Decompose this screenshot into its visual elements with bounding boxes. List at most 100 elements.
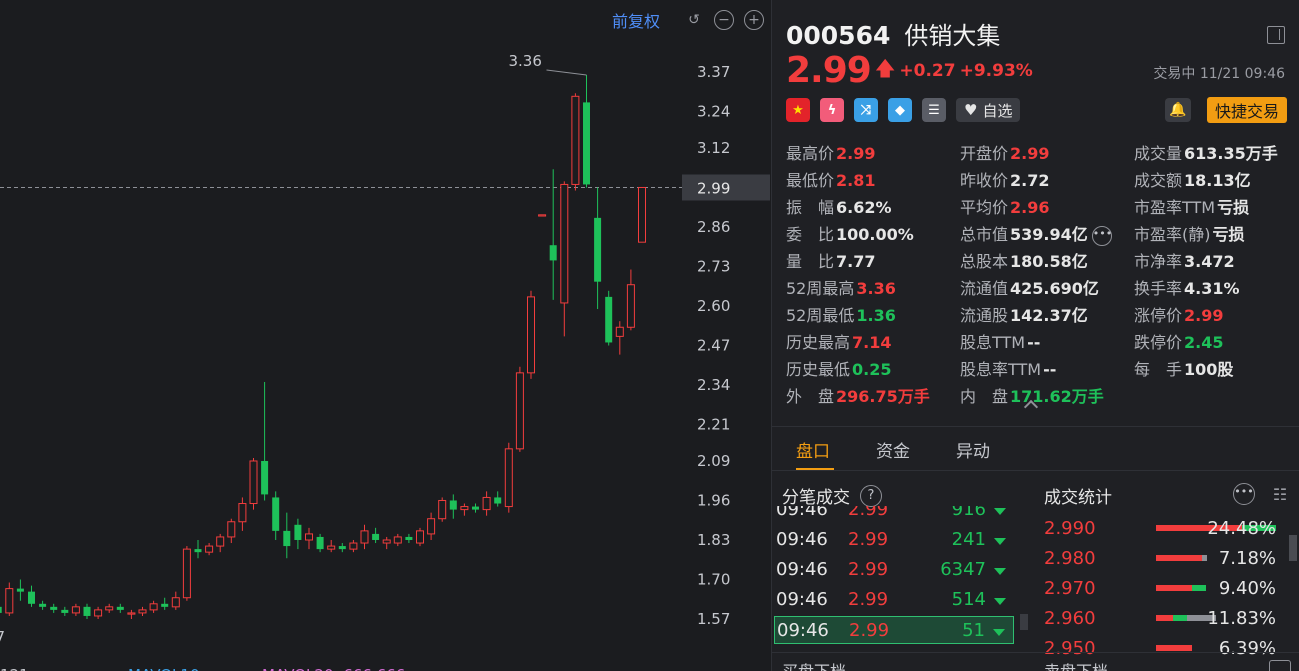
candle-body[interactable] [504, 448, 513, 508]
candle-body[interactable] [438, 499, 447, 520]
candle-body[interactable] [626, 284, 635, 328]
candle-body[interactable] [205, 545, 214, 553]
candle-body[interactable] [83, 606, 91, 616]
candle-body[interactable] [0, 606, 2, 613]
tick-row[interactable]: 09:46 2.99 514 [774, 586, 1014, 614]
candle-body[interactable] [372, 533, 380, 540]
candle-body[interactable] [94, 609, 103, 617]
tick-row[interactable]: 09:46 2.99 51 [774, 616, 1014, 644]
volume-stats-scrollbar[interactable] [1289, 535, 1297, 561]
candle-body[interactable] [583, 102, 590, 185]
zoom-in-icon[interactable]: + [744, 10, 764, 30]
reset-icon[interactable]: ↺ [684, 10, 704, 30]
candle-body[interactable] [538, 214, 547, 217]
candle-body[interactable] [50, 606, 58, 610]
candle-body[interactable] [71, 606, 80, 614]
expand-icon[interactable] [1269, 660, 1291, 671]
candle-body[interactable] [571, 95, 580, 185]
candle-body[interactable] [272, 497, 280, 531]
kline-chart[interactable]: 3.37 3.24 3.12 2.99 2.86 2.73 2.60 2.47 2.34 2.21… [0, 0, 770, 671]
candle-body[interactable] [638, 186, 646, 243]
candle-body[interactable] [182, 548, 191, 599]
candle-body[interactable] [405, 536, 413, 540]
candle-body[interactable] [294, 524, 302, 540]
volume-stat-row[interactable]: 2.980 7.18% [1042, 542, 1292, 572]
tick-row[interactable]: 09:46 2.99 916 [774, 506, 1014, 524]
shuffle-icon[interactable]: ⤨ [854, 98, 878, 122]
candle-body[interactable] [194, 549, 202, 553]
add-favorite-button[interactable]: ♥ 自选 [956, 98, 1021, 122]
candle-body[interactable] [28, 591, 35, 604]
candle-body[interactable] [482, 496, 491, 511]
volume-stats-list[interactable]: 2.990 24.48% 2.980 7.18% 2.970 9.40% 2.960 11.8… [1042, 512, 1292, 671]
candle-body[interactable] [472, 506, 479, 510]
tab-alerts[interactable]: 异动 [956, 437, 990, 462]
candle-body[interactable] [161, 603, 169, 607]
candle-body[interactable] [615, 326, 624, 337]
price-adjust-toggle[interactable]: 前复权 [612, 8, 660, 32]
candle-body[interactable] [594, 217, 602, 282]
panel-layout-icon[interactable] [1267, 26, 1285, 44]
candle-body[interactable] [116, 606, 124, 610]
candle-body[interactable] [316, 536, 324, 550]
candle-body[interactable] [360, 530, 369, 544]
candle-body[interactable] [605, 296, 613, 343]
tab-order-book[interactable]: 盘口 [796, 437, 830, 462]
tick-row[interactable]: 09:46 2.99 241 [774, 526, 1014, 554]
candle-body[interactable] [138, 609, 147, 614]
volume-stat-row[interactable]: 2.960 11.83% [1042, 602, 1292, 632]
candle-body[interactable] [338, 546, 346, 550]
candle-body[interactable] [39, 603, 47, 607]
candle-body[interactable] [382, 539, 391, 544]
help-icon[interactable]: ? [860, 484, 882, 507]
candle-body[interactable] [283, 530, 291, 547]
candle-body[interactable] [494, 497, 502, 504]
candle-body[interactable] [105, 606, 114, 611]
candle-body[interactable] [149, 603, 158, 611]
candle-body[interactable] [427, 518, 436, 535]
candle-body[interactable] [61, 609, 69, 613]
kline-chart-panel[interactable]: 3.37 3.24 3.12 2.99 2.86 2.73 2.60 2.47 2.34 2.21… [0, 0, 770, 671]
tick-row[interactable]: 09:46 2.99 6347 [774, 556, 1014, 584]
stat-item: 开盘价 2.99 [960, 140, 1050, 164]
stat-item: 52周最低 1.36 [786, 302, 896, 326]
candle-body[interactable] [349, 542, 358, 550]
candle-body[interactable] [560, 183, 569, 304]
buy-lower-label[interactable]: 买盘下档 [782, 658, 846, 671]
zoom-out-icon[interactable]: − [714, 10, 734, 30]
volume-stat-row[interactable]: 2.970 9.40% [1042, 572, 1292, 602]
list-icon[interactable]: ☷ [1269, 483, 1291, 505]
tab-capital[interactable]: 资金 [876, 437, 910, 462]
more-icon[interactable]: ••• [1091, 225, 1112, 246]
candle-body[interactable] [16, 588, 24, 592]
candle-body[interactable] [305, 533, 313, 541]
candle-body[interactable] [227, 521, 236, 538]
candle-body[interactable] [416, 530, 424, 544]
volume-stat-row[interactable]: 2.990 24.48% [1042, 512, 1292, 542]
candle-body[interactable] [127, 612, 136, 615]
candle-body[interactable] [5, 588, 14, 614]
candle-body[interactable] [261, 460, 269, 495]
quick-trade-button[interactable]: 快捷交易 [1206, 97, 1287, 123]
alert-bell-icon[interactable]: 🔔 [1165, 98, 1191, 122]
tick-list-scrollbar[interactable] [1020, 614, 1028, 630]
lightning-icon[interactable]: ϟ [820, 98, 844, 122]
sell-lower-label[interactable]: 卖盘下档 [1044, 658, 1108, 671]
more-icon[interactable]: ••• [1233, 483, 1255, 505]
candle-body[interactable] [171, 597, 180, 608]
bar-segment-green [1173, 615, 1187, 621]
candle-body[interactable] [460, 506, 469, 511]
candle-body[interactable] [327, 545, 336, 550]
candle-body[interactable] [515, 372, 524, 450]
candle-body[interactable] [249, 460, 258, 505]
stat-value: 2.99 [1184, 306, 1224, 325]
candle-body[interactable] [527, 296, 535, 374]
candle-body[interactable] [449, 500, 457, 510]
candle-body[interactable] [238, 503, 247, 523]
tag-icon[interactable]: ◆ [888, 98, 912, 122]
candle-body[interactable] [393, 536, 402, 544]
note-icon[interactable]: ☰ [922, 98, 946, 122]
tick-list[interactable]: 09:46 2.99 916 09:46 2.99 241 09:46 2.99 6347 09:… [772, 506, 1022, 671]
candle-body[interactable] [216, 536, 225, 547]
candle-body[interactable] [549, 245, 557, 261]
